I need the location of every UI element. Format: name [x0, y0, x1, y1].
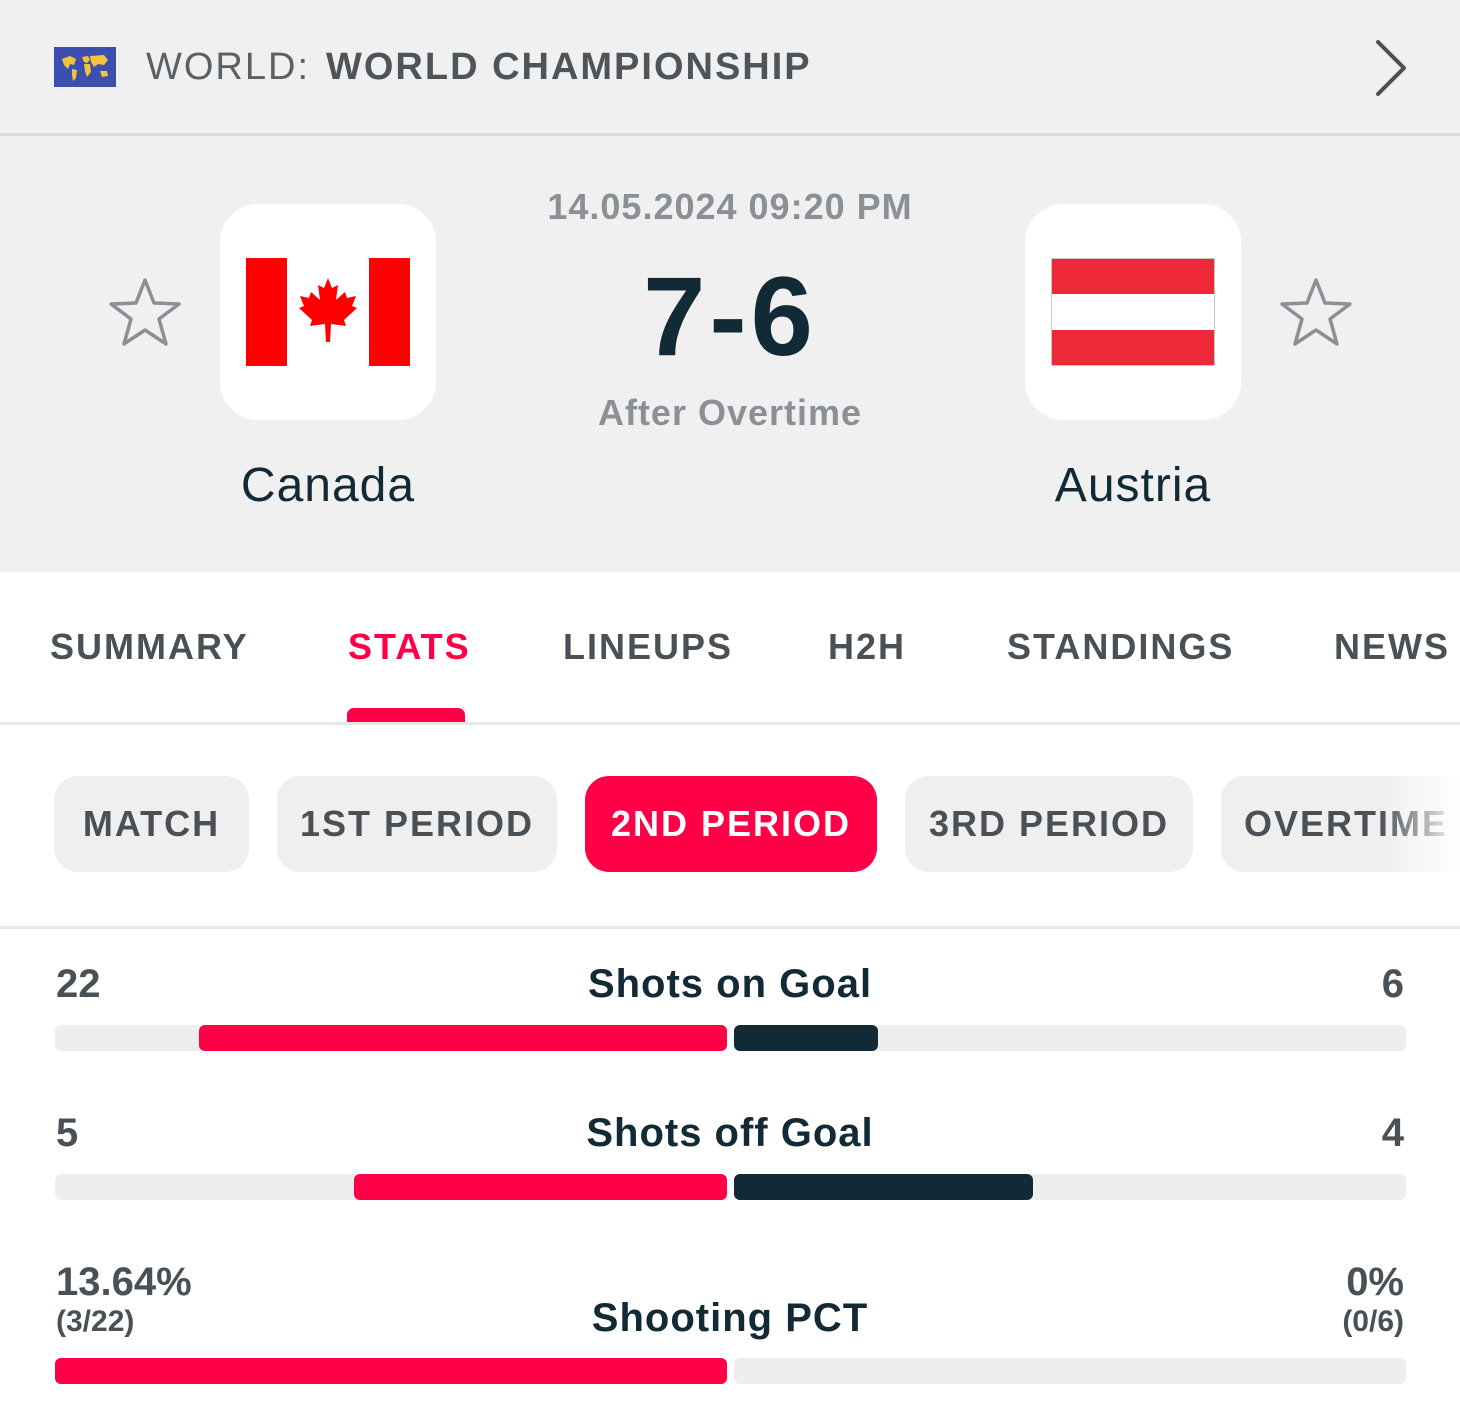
stat-away-track — [734, 1174, 1406, 1200]
stat-label: Shots off Goal — [586, 1111, 874, 1155]
league-country: WORLD: — [146, 46, 310, 88]
stat-row-shots-off-goal: 5 Shots off Goal 4 — [0, 1109, 1460, 1209]
league-title: WORLD: WORLD CHAMPIONSHIP — [146, 43, 812, 91]
stat-home-sub: (3/22) — [56, 1305, 135, 1338]
stat-away-value: 4 — [1381, 1111, 1404, 1155]
match-tabs: SUMMARY STATS LINEUPS H2H STANDINGS NEWS — [0, 572, 1460, 725]
period-match[interactable]: MATCH — [54, 776, 249, 872]
stat-away-sub: (0/6) — [1342, 1305, 1404, 1338]
stat-away-bar — [734, 1174, 1033, 1200]
scroll-fade — [1380, 765, 1460, 895]
tab-h2h[interactable]: H2H — [828, 626, 906, 668]
stat-home-track — [55, 1174, 727, 1200]
stat-label: Shooting PCT — [591, 1296, 869, 1340]
tab-standings[interactable]: STANDINGS — [1007, 626, 1234, 668]
active-tab-indicator — [347, 708, 465, 722]
stat-home-track — [55, 1025, 727, 1051]
league-name: WORLD CHAMPIONSHIP — [326, 46, 812, 88]
stat-home-value: 5 — [56, 1111, 79, 1155]
austria-flag-icon — [1051, 258, 1215, 366]
stat-label: Shots on Goal — [587, 962, 873, 1006]
away-team-name[interactable]: Austria — [963, 458, 1303, 513]
stat-away-value: 6 — [1381, 962, 1404, 1006]
tab-news[interactable]: NEWS — [1334, 626, 1450, 668]
match-score: 7-6 — [643, 254, 817, 379]
tab-lineups[interactable]: LINEUPS — [563, 626, 733, 668]
stat-home-bar — [199, 1025, 727, 1051]
canada-flag-icon — [246, 258, 410, 366]
world-map-flag-icon — [54, 47, 116, 87]
match-header: Canada 14.05.2024 09:20 PM 7-6 After Ove… — [0, 136, 1460, 572]
match-datetime: 14.05.2024 09:20 PM — [547, 186, 913, 227]
tab-stats[interactable]: STATS — [348, 626, 471, 668]
league-header[interactable]: WORLD: WORLD CHAMPIONSHIP — [0, 0, 1460, 136]
stat-home-value: 22 — [56, 962, 101, 1006]
stat-away-block: 0% (0/6) — [1342, 1260, 1404, 1339]
stat-away-value: 0% — [1346, 1260, 1404, 1304]
home-team-name[interactable]: Canada — [158, 458, 498, 513]
tab-summary[interactable]: SUMMARY — [50, 626, 249, 668]
stat-home-bar — [353, 1174, 727, 1200]
stat-row-shots-on-goal: 22 Shots on Goal 6 — [0, 960, 1460, 1060]
favorite-away-star-icon[interactable] — [1279, 276, 1353, 350]
home-team-logo[interactable] — [220, 204, 436, 420]
stat-away-bar — [734, 1025, 878, 1051]
stat-away-track — [734, 1358, 1406, 1384]
stat-home-bar — [55, 1358, 727, 1384]
stat-home-value: 13.64% — [56, 1260, 192, 1304]
stat-row-shooting-pct: 13.64% (3/22) Shooting PCT 0% (0/6) — [0, 1258, 1460, 1398]
period-2nd[interactable]: 2ND PERIOD — [585, 776, 877, 872]
stat-home-block: 13.64% (3/22) — [56, 1260, 192, 1339]
stat-away-track — [734, 1025, 1406, 1051]
match-status: After Overtime — [597, 392, 863, 433]
period-3rd[interactable]: 3RD PERIOD — [905, 776, 1193, 872]
period-filter: MATCH 1ST PERIOD 2ND PERIOD 3RD PERIOD O… — [0, 725, 1460, 929]
period-1st[interactable]: 1ST PERIOD — [277, 776, 557, 872]
away-team-logo[interactable] — [1025, 204, 1241, 420]
favorite-home-star-icon[interactable] — [108, 276, 182, 350]
stat-home-track — [55, 1358, 727, 1384]
chevron-right-icon[interactable] — [1366, 36, 1416, 100]
